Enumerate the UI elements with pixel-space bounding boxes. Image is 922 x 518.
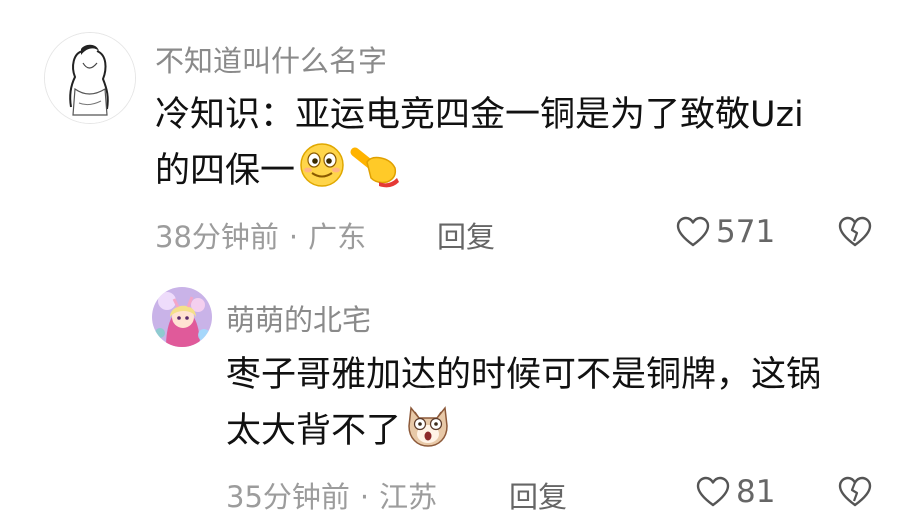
avatar[interactable] (44, 32, 136, 124)
comment-like-count: 571 (716, 214, 776, 250)
sketch-avatar-image (45, 33, 135, 123)
comment-like-button[interactable]: 571 (676, 214, 775, 250)
reply-text-line-1: 枣子哥雅加达的时候可不是铜牌，这锅 (226, 355, 822, 395)
comment-text: 冷知识：亚运电竞四金一铜是为了致敬Uzi 的四保一 (155, 88, 895, 204)
reply-meta: 35分钟前 · 江苏 (226, 474, 437, 516)
heart-icon (696, 476, 730, 507)
reply-time: 35分钟前 (226, 480, 350, 514)
comment-location: 广东 (308, 220, 367, 254)
comment-username[interactable]: 不知道叫什么名字 (155, 38, 387, 80)
comment-meta: 38分钟前 · 广东 (155, 214, 366, 256)
broken-heart-icon (838, 476, 872, 507)
reply-location: 江苏 (379, 480, 438, 514)
smile-face-icon (299, 142, 345, 204)
reply-username[interactable]: 萌萌的北宅 (226, 297, 371, 339)
pointing-hand-icon (349, 142, 401, 204)
reply-reply-button[interactable]: 回复 (509, 474, 567, 516)
broken-heart-icon (838, 216, 872, 247)
comment-time: 38分钟前 (155, 220, 279, 254)
reply-dislike-button[interactable] (838, 476, 872, 512)
reply-like-button[interactable]: 81 (696, 474, 775, 510)
comment-text-line-1: 冷知识：亚运电竞四金一铜是为了致敬Uzi (155, 95, 804, 135)
comment-dislike-button[interactable] (838, 216, 872, 252)
shocked-cat-icon (405, 402, 451, 464)
reply-text: 枣子哥雅加达的时候可不是铜牌，这锅 太大背不了 (226, 348, 906, 464)
reply-like-count: 81 (736, 474, 776, 510)
comment-text-line-2: 的四保一 (155, 142, 895, 204)
meta-separator: · (359, 480, 370, 514)
reply-text-line-2: 太大背不了 (226, 402, 906, 464)
meta-separator: · (288, 220, 299, 254)
heart-icon (676, 216, 710, 247)
anime-avatar-image (152, 287, 212, 347)
reply-avatar[interactable] (152, 287, 212, 347)
comment-reply-button[interactable]: 回复 (437, 214, 495, 256)
